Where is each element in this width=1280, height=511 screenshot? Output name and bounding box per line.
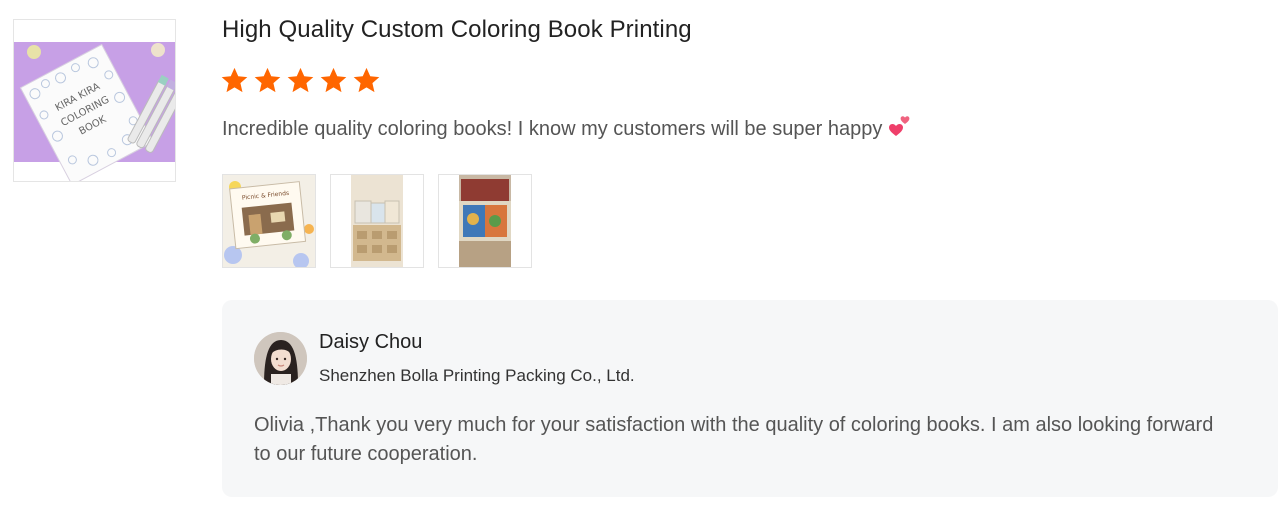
avatar bbox=[254, 332, 307, 385]
review-photos: Picnic & Friends bbox=[222, 174, 532, 268]
star-icon bbox=[221, 67, 248, 93]
star-icon bbox=[320, 67, 347, 93]
two-hearts-icon bbox=[889, 116, 910, 136]
reply-text: Olivia ,Thank you very much for your sat… bbox=[254, 414, 1214, 465]
star-icon bbox=[254, 67, 281, 93]
star-rating bbox=[220, 66, 381, 95]
photo-colored-pages bbox=[439, 175, 531, 267]
review-text: Incredible quality coloring books! I kno… bbox=[222, 114, 912, 141]
review-photo-2[interactable] bbox=[330, 174, 424, 268]
review-photo-1[interactable]: Picnic & Friends bbox=[222, 174, 316, 268]
review-text-body: Incredible quality coloring books! I kno… bbox=[222, 118, 883, 140]
reply-company-name: Shenzhen Bolla Printing Packing Co., Ltd… bbox=[319, 366, 635, 385]
photo-book-stand bbox=[331, 175, 423, 267]
coloring-book-image: KIRA KIRA COLORING BOOK bbox=[14, 20, 175, 181]
reply-author-name: Daisy Chou bbox=[319, 331, 423, 353]
seller-reply: Daisy Chou Shenzhen Bolla Printing Packi… bbox=[222, 300, 1278, 497]
star-icon bbox=[353, 67, 380, 93]
avatar-image bbox=[254, 332, 307, 385]
product-thumbnail[interactable]: KIRA KIRA COLORING BOOK bbox=[13, 19, 176, 182]
star-icon bbox=[287, 67, 314, 93]
review-title: High Quality Custom Coloring Book Printi… bbox=[222, 16, 692, 43]
review-photo-3[interactable] bbox=[438, 174, 532, 268]
photo-picnic-book: Picnic & Friends bbox=[223, 175, 315, 267]
